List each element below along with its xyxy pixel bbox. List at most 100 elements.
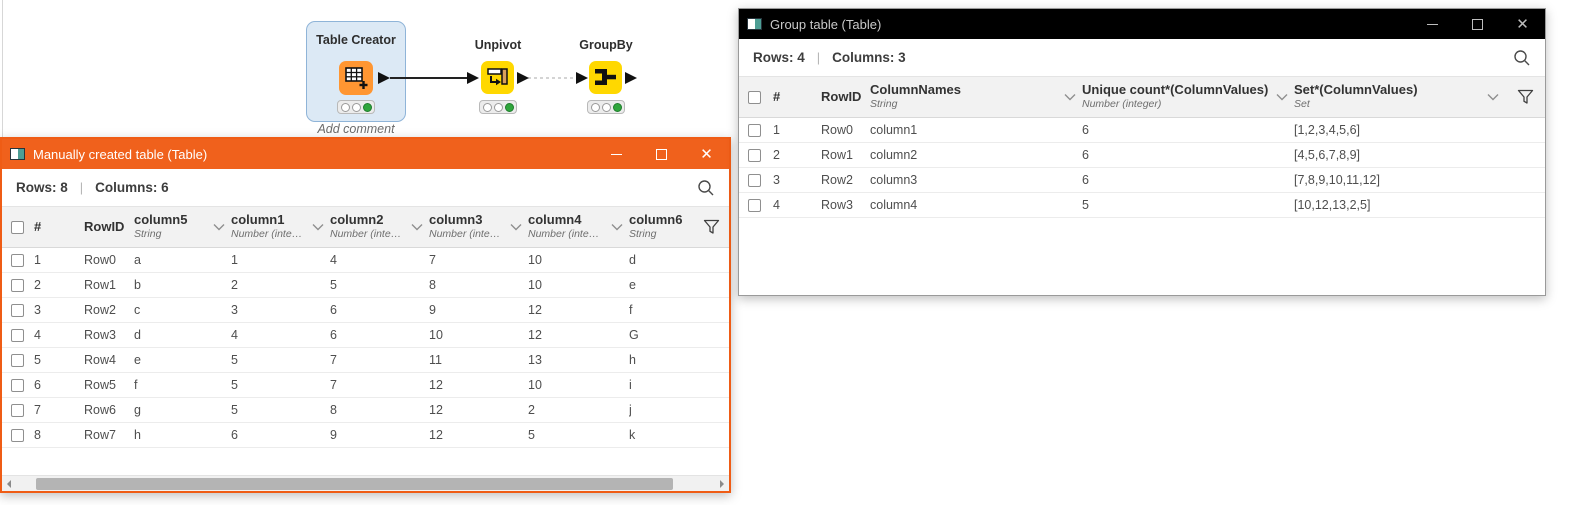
scrollbar-track[interactable] <box>16 476 715 491</box>
select-all-checkbox[interactable] <box>748 90 761 104</box>
table-row[interactable]: 6 Row5 f 5 7 12 10 i <box>2 373 729 398</box>
table-cell: 6 <box>330 328 337 342</box>
scroll-right-arrow[interactable] <box>715 476 729 491</box>
row-checkbox[interactable] <box>11 378 24 392</box>
minimize-button[interactable] <box>1410 9 1455 39</box>
table-row[interactable]: 8 Row7 h 6 9 12 5 k <box>2 423 729 448</box>
table-cell: Row1 <box>821 148 853 162</box>
minimize-button[interactable] <box>594 139 639 169</box>
table-row[interactable]: 2 Row1 column2 6 [4,5,6,7,8,9] <box>739 143 1545 168</box>
table-creator-icon[interactable] <box>339 61 373 95</box>
filter-icon[interactable] <box>693 207 729 247</box>
close-button[interactable]: ✕ <box>1500 9 1545 39</box>
table-cell: 10 <box>429 328 443 342</box>
table-cell: 12 <box>528 303 542 317</box>
table-cell: 1 <box>34 253 41 267</box>
column-header-column6[interactable]: column6 String <box>629 207 693 247</box>
chevron-down-icon[interactable] <box>607 218 623 236</box>
chevron-down-icon[interactable] <box>1272 88 1288 106</box>
chevron-down-icon[interactable] <box>407 218 423 236</box>
table-cell: Row4 <box>84 353 116 367</box>
column-header--[interactable]: # <box>34 207 84 247</box>
search-icon[interactable] <box>697 179 715 197</box>
column-type: String <box>629 228 657 241</box>
column-header-column4[interactable]: column4 Number (inte… <box>528 207 629 247</box>
table-row[interactable]: 1 Row0 a 1 4 7 10 d <box>2 248 729 273</box>
table-cell: Row5 <box>84 378 116 392</box>
groupby-icon[interactable] <box>589 61 622 94</box>
column-header-column5[interactable]: column5 String <box>134 207 231 247</box>
search-icon[interactable] <box>1513 49 1531 67</box>
table-cell: 4 <box>773 198 780 212</box>
status-green <box>612 102 622 112</box>
table-row[interactable]: 5 Row4 e 5 7 11 13 h <box>2 348 729 373</box>
close-button[interactable]: ✕ <box>684 139 729 169</box>
column-header-columnnames[interactable]: ColumnNames String <box>870 77 1082 117</box>
column-header-rowid[interactable]: RowID <box>821 77 870 117</box>
node-unpivot[interactable]: Unpivot <box>448 38 548 52</box>
row-checkbox[interactable] <box>11 403 24 417</box>
table-cell: 5 <box>34 353 41 367</box>
titlebar[interactable]: Manually created table (Table) ✕ <box>2 139 729 169</box>
node-table-creator[interactable]: Table Creator <box>306 33 406 47</box>
select-all-checkbox[interactable] <box>11 220 24 234</box>
column-header-column1[interactable]: column1 Number (inte… <box>231 207 330 247</box>
maximize-button[interactable] <box>1455 9 1500 39</box>
table-cell: 7 <box>34 403 41 417</box>
row-checkbox[interactable] <box>748 123 761 137</box>
column-header-column3[interactable]: column3 Number (inte… <box>429 207 528 247</box>
status-yellow <box>601 102 611 112</box>
filter-icon[interactable] <box>1505 77 1545 117</box>
maximize-button[interactable] <box>639 139 684 169</box>
table-cell: 9 <box>330 428 337 442</box>
row-checkbox[interactable] <box>748 198 761 212</box>
table-row[interactable]: 1 Row0 column1 6 [1,2,3,4,5,6] <box>739 118 1545 143</box>
column-header-rowid[interactable]: RowID <box>84 207 134 247</box>
table-cell: [7,8,9,10,11,12] <box>1294 173 1380 187</box>
table-row[interactable]: 4 Row3 d 4 6 10 12 G <box>2 323 729 348</box>
row-checkbox[interactable] <box>748 148 761 162</box>
table-cell: 12 <box>429 378 443 392</box>
table-cell: Row0 <box>821 123 853 137</box>
chevron-down-icon[interactable] <box>308 218 324 236</box>
column-name: column2 <box>330 212 384 228</box>
table-cell: 6 <box>1082 148 1089 162</box>
column-header--[interactable]: # <box>773 77 821 117</box>
chevron-down-icon[interactable] <box>1060 88 1076 106</box>
chevron-down-icon[interactable] <box>209 218 225 236</box>
node-groupby[interactable]: GroupBy <box>556 38 656 52</box>
table-cell: 10 <box>528 278 542 292</box>
scroll-left-arrow[interactable] <box>2 476 16 491</box>
horizontal-scrollbar[interactable] <box>2 475 729 491</box>
row-checkbox[interactable] <box>748 173 761 187</box>
row-checkbox[interactable] <box>11 428 24 442</box>
chevron-down-icon[interactable] <box>506 218 522 236</box>
titlebar[interactable]: Group table (Table) ✕ <box>739 9 1545 39</box>
scrollbar-thumb[interactable] <box>36 478 673 490</box>
table-cell: 5 <box>528 428 535 442</box>
table-row[interactable]: 3 Row2 column3 6 [7,8,9,10,11,12] <box>739 168 1545 193</box>
unpivot-icon[interactable] <box>481 61 514 94</box>
table-cell: column3 <box>870 173 918 187</box>
columns-count: Columns: 6 <box>95 180 169 195</box>
window-title: Group table (Table) <box>770 16 882 32</box>
table-row[interactable]: 7 Row6 g 5 8 12 2 j <box>2 398 729 423</box>
column-header-column2[interactable]: column2 Number (inte… <box>330 207 429 247</box>
table-row[interactable]: 2 Row1 b 2 5 8 10 e <box>2 273 729 298</box>
chevron-down-icon[interactable] <box>1483 88 1499 106</box>
row-checkbox[interactable] <box>11 353 24 367</box>
table-row[interactable]: 3 Row2 c 3 6 9 12 f <box>2 298 729 323</box>
row-checkbox[interactable] <box>11 253 24 267</box>
column-header-set-columnvalues-[interactable]: Set*(ColumnValues) Set <box>1294 77 1505 117</box>
node-comment[interactable]: Add comment <box>306 122 406 136</box>
column-name: RowID <box>821 88 862 104</box>
row-checkbox[interactable] <box>11 303 24 317</box>
table-row[interactable]: 4 Row3 column4 5 [10,12,13,2,5] <box>739 193 1545 218</box>
column-header-unique-count-columnvalues-[interactable]: Unique count*(ColumnValues) Number (integ… <box>1082 77 1294 117</box>
row-checkbox[interactable] <box>11 278 24 292</box>
row-checkbox[interactable] <box>11 328 24 342</box>
column-name: # <box>773 88 781 104</box>
table-cell: Row1 <box>84 278 116 292</box>
table-cell: 7 <box>330 353 337 367</box>
input-port-groupby <box>576 72 588 84</box>
